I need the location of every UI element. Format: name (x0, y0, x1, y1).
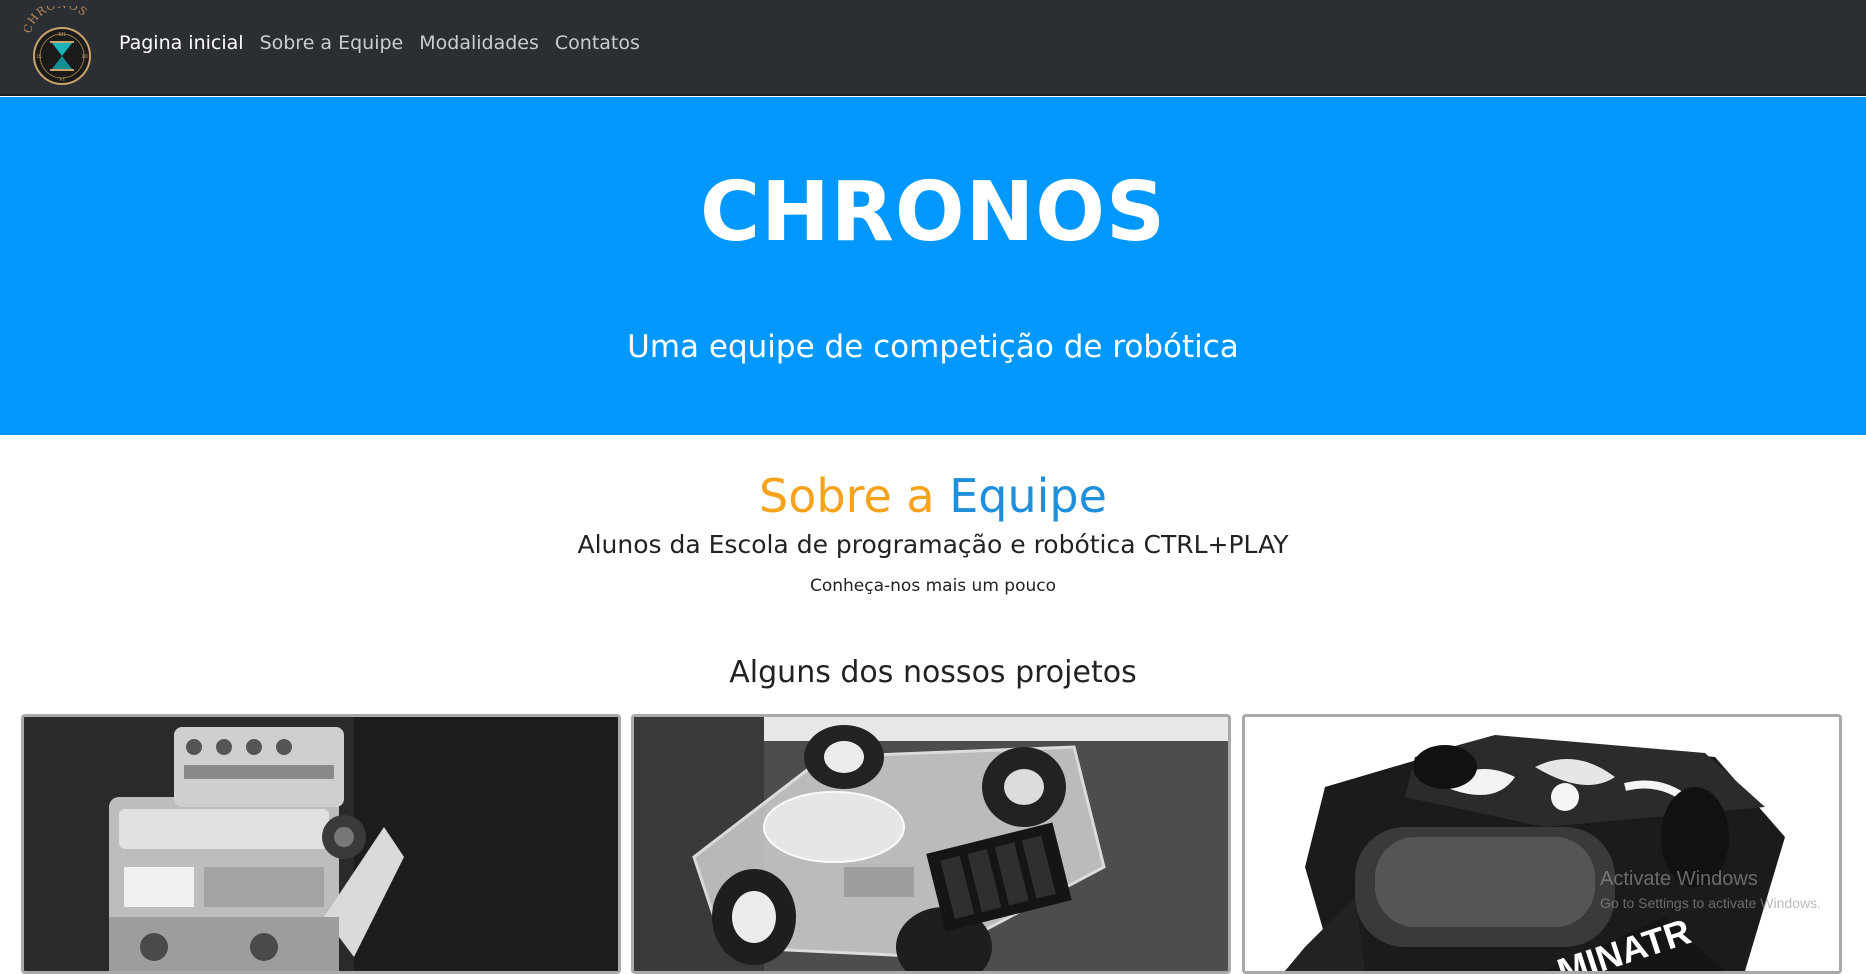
chronos-logo-icon[interactable]: CHRONOS XII VI IX III (21, 0, 102, 90)
about-title-word2: Equipe (949, 469, 1107, 523)
svg-text:XII: XII (58, 32, 66, 38)
navbar: CHRONOS XII VI IX III Pagina inicial Sob… (0, 0, 1866, 96)
nav-menu: Pagina inicial Sobre a Equipe Modalidade… (119, 32, 640, 54)
nav-link-home[interactable]: Pagina inicial (119, 32, 244, 54)
project-card-2[interactable] (631, 714, 1231, 974)
svg-text:VI: VI (58, 77, 65, 83)
project-image-car-chassis (634, 717, 1228, 971)
project-card-1[interactable] (21, 714, 621, 974)
about-subtitle: Alunos da Escola de programação e robóti… (577, 530, 1289, 559)
nav-link-about[interactable]: Sobre a Equipe (260, 32, 404, 54)
about-tagline: Conheça-nos mais um pouco (809, 576, 1057, 596)
project-image-lego-robot (24, 717, 618, 971)
about-section: Sobre a Equipe Alunos da Escola de progr… (0, 466, 1866, 596)
about-title-word1: Sobre a (759, 469, 935, 523)
svg-text:III: III (82, 54, 88, 60)
project-card-3[interactable]: MINATR (1242, 714, 1842, 974)
hero-banner: CHRONOS Uma equipe de competição de robó… (0, 97, 1866, 435)
projects-title: Alguns dos nossos projetos (729, 655, 1137, 690)
project-image-sumo-robot: MINATR (1245, 717, 1839, 971)
nav-link-modalities[interactable]: Modalidades (419, 32, 539, 54)
hero-subtitle: Uma equipe de competição de robótica (627, 329, 1239, 365)
about-title: Sobre a Equipe (0, 466, 1866, 526)
svg-text:IX: IX (36, 54, 42, 60)
hero-title: CHRONOS (699, 165, 1167, 260)
nav-link-contacts[interactable]: Contatos (555, 32, 640, 54)
